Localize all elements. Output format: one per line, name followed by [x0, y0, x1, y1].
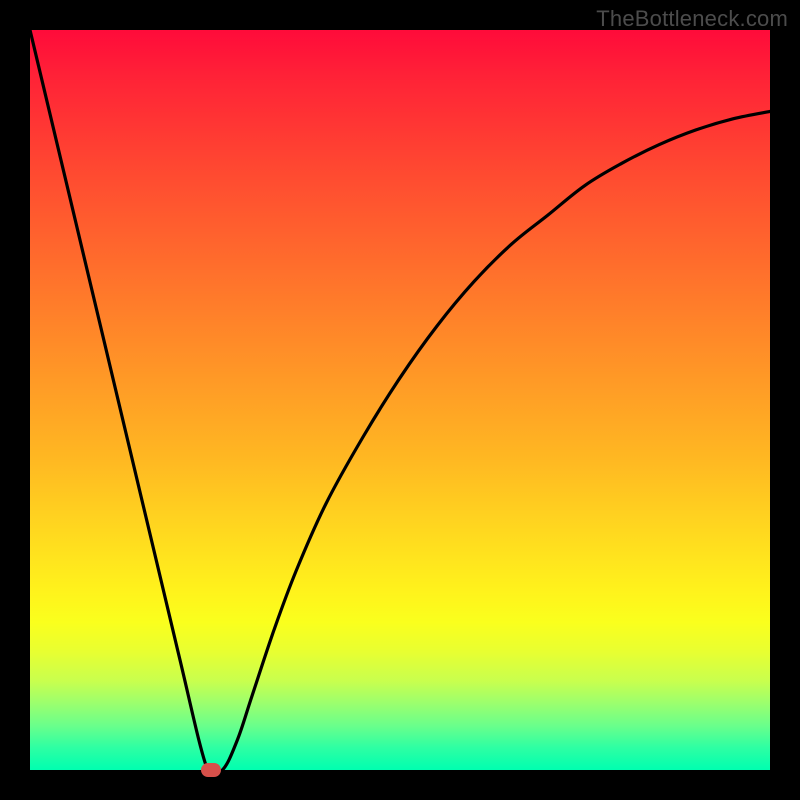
- chart-frame: TheBottleneck.com: [0, 0, 800, 800]
- bottleneck-curve: [30, 30, 770, 781]
- minimum-marker: [201, 763, 221, 777]
- plot-area: [30, 30, 770, 770]
- watermark-text: TheBottleneck.com: [596, 6, 788, 32]
- curve-layer: [30, 30, 770, 770]
